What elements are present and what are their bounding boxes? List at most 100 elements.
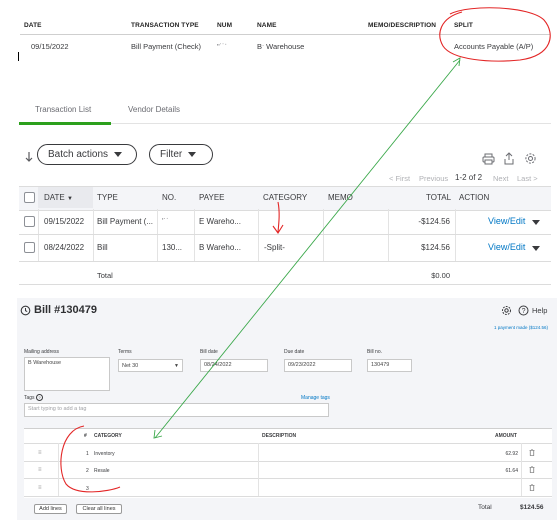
print-icon[interactable]	[482, 153, 495, 165]
bill-date-value: 08/24/2022	[204, 362, 232, 368]
split-header-date: DATE	[24, 22, 42, 29]
split-header-divider	[20, 34, 550, 35]
tx-header-category[interactable]: CATEGORY	[263, 193, 307, 202]
mailing-address-value: B Warehouse	[28, 360, 62, 366]
payment-made-link[interactable]: 1 payment made ($124.56)	[494, 325, 548, 330]
bill-total-label: Total	[478, 504, 492, 511]
drag-handle-icon[interactable]: ≡	[38, 467, 42, 473]
tx-row-total: $124.56	[421, 243, 450, 252]
col-sep	[521, 443, 522, 496]
chevron-down-icon: ▼	[174, 362, 179, 369]
batch-actions-button[interactable]: Batch actions	[37, 144, 137, 165]
delete-trash-icon[interactable]	[529, 449, 535, 456]
tabs-divider	[111, 123, 551, 124]
lines-header-num: #	[84, 433, 87, 439]
view-edit-link[interactable]: View/Edit	[488, 242, 525, 252]
tx-row-type: Bill Payment (...	[97, 217, 154, 226]
split-header-memo: MEMO/DESCRIPTION	[368, 22, 437, 29]
chevron-down-icon	[114, 152, 123, 157]
select-all-checkbox[interactable]	[24, 192, 35, 203]
tags-input[interactable]: Start typing to add a tag	[24, 403, 329, 417]
lines-header-divider	[24, 428, 552, 429]
col-sep	[93, 209, 94, 261]
help-icon[interactable]: ?	[518, 305, 529, 316]
tab-vendor-details[interactable]: Vendor Details	[128, 105, 180, 114]
split-header-num: NUM	[217, 22, 233, 29]
terms-label: Terms	[118, 349, 132, 355]
tx-row-payee: E Wareho...	[199, 217, 241, 226]
drag-handle-icon[interactable]: ≡	[38, 485, 42, 491]
gear-icon[interactable]	[524, 152, 537, 165]
batch-actions-label: Batch actions	[48, 149, 109, 160]
pagination-range: 1-2 of 2	[455, 173, 483, 182]
line-num: 1	[86, 451, 89, 457]
lines-divider	[24, 478, 552, 479]
bill-no-field[interactable]: 130479	[367, 359, 412, 372]
split-row-num: "˙˙ˈ	[217, 42, 228, 51]
svg-text:?: ?	[522, 308, 526, 315]
pagination-previous[interactable]: Previous	[419, 174, 448, 183]
green-arrowhead-top	[452, 57, 461, 67]
tx-header-payee[interactable]: PAYEE	[199, 193, 225, 202]
lines-header-category: CATEGORY	[94, 433, 122, 439]
tx-row-date: 08/24/2022	[44, 243, 85, 252]
tx-footer-label: Total	[97, 271, 113, 280]
tx-row-category: -Split-	[264, 243, 285, 252]
split-row-date: 09/15/2022	[31, 42, 69, 51]
bill-date-field[interactable]: 08/24/2022	[200, 359, 268, 372]
delete-trash-icon[interactable]	[529, 484, 535, 491]
tx-row-date: 09/15/2022	[44, 217, 85, 226]
chevron-down-icon	[188, 152, 197, 157]
tx-row-no: '˙˙	[162, 217, 169, 226]
tx-header-memo[interactable]: MEMO	[328, 193, 353, 202]
col-sep	[38, 209, 39, 261]
tab-transaction-list[interactable]: Transaction List	[35, 105, 91, 114]
lines-divider	[24, 443, 552, 444]
row-action-chevron-icon[interactable]	[532, 220, 540, 225]
line-category: Inventory	[94, 451, 115, 457]
export-icon[interactable]	[503, 152, 515, 165]
info-icon: ?	[35, 394, 43, 401]
tx-header-date-label: DATE	[44, 193, 65, 202]
tx-header-type[interactable]: TYPE	[97, 193, 118, 202]
row-action-chevron-icon[interactable]	[532, 246, 540, 251]
due-date-field[interactable]: 09/23/2022	[284, 359, 352, 372]
tx-row-payee: B Wareho...	[199, 243, 241, 252]
pagination-first[interactable]: < First	[389, 174, 410, 183]
manage-tags-link[interactable]: Manage tags	[301, 395, 330, 401]
filter-label: Filter	[160, 149, 183, 160]
delete-trash-icon[interactable]	[529, 466, 535, 473]
split-row-split: Accounts Payable (A/P)	[454, 42, 534, 51]
tx-header-no[interactable]: NO.	[162, 193, 176, 202]
mailing-address-field[interactable]: B Warehouse	[24, 357, 110, 391]
clear-all-lines-button[interactable]: Clear all lines	[76, 504, 122, 514]
col-sep	[323, 209, 324, 261]
bill-no-value: 130479	[371, 362, 390, 368]
split-row-name: Bˑ Warehouse	[257, 42, 305, 51]
split-row-type: Bill Payment (Check)	[131, 42, 202, 51]
view-edit-link[interactable]: View/Edit	[488, 216, 525, 226]
pagination-next[interactable]: Next	[493, 174, 508, 183]
split-header-type: TRANSACTION TYPE	[131, 22, 199, 29]
terms-value: Net 30	[122, 362, 139, 369]
help-label[interactable]: Help	[532, 306, 547, 315]
tx-row-type: Bill	[97, 243, 108, 252]
due-date-value: 09/23/2022	[288, 362, 316, 368]
row-checkbox[interactable]	[24, 216, 35, 227]
sort-desc-icon: ▼	[66, 196, 73, 202]
drag-handle-icon[interactable]: ≡	[38, 450, 42, 456]
col-sep	[58, 443, 59, 496]
pagination-last[interactable]: Last >	[517, 174, 538, 183]
bill-history-icon[interactable]	[20, 305, 31, 316]
split-header-split: SPLIT	[454, 22, 473, 29]
add-lines-button[interactable]: Add lines	[34, 504, 67, 514]
sort-arrow-icon[interactable]	[23, 151, 35, 163]
tx-header-total[interactable]: TOTAL	[426, 193, 451, 202]
terms-select[interactable]: Net 30 ▼	[118, 359, 183, 372]
filter-button[interactable]: Filter	[149, 144, 213, 165]
bill-gear-icon[interactable]	[501, 305, 512, 316]
mailing-address-label: Mailing address	[24, 349, 60, 355]
tx-header-date[interactable]: DATE ▼	[44, 193, 73, 202]
row-checkbox[interactable]	[24, 242, 35, 253]
row-divider	[19, 261, 551, 262]
